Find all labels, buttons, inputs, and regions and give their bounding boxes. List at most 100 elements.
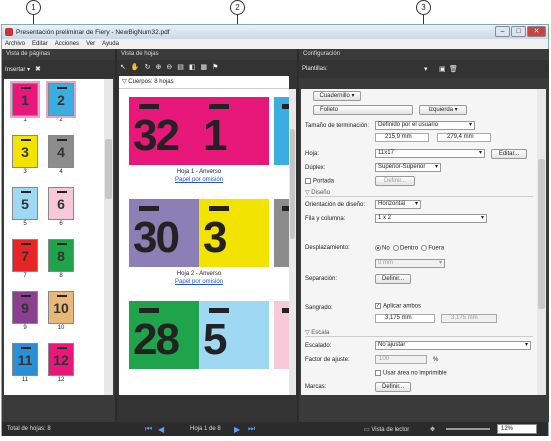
cover-define-button[interactable]: Definir... bbox=[375, 176, 415, 186]
presets-dropdown[interactable]: ▾ bbox=[424, 65, 428, 73]
page-icon[interactable]: ▤ bbox=[177, 63, 184, 71]
menu-editar[interactable]: Editar bbox=[32, 41, 48, 47]
sheet-page-number: 28 bbox=[133, 315, 180, 364]
page-thumbnail[interactable]: 44 bbox=[48, 135, 76, 179]
bleed-a-field[interactable]: 3,175 mm bbox=[375, 314, 435, 323]
page-thumbnail[interactable]: 99 bbox=[12, 291, 40, 335]
folleto-dropdown[interactable]: Folleto bbox=[313, 105, 413, 115]
width-field[interactable]: 215,9 mm bbox=[375, 133, 429, 142]
sheet-list-scrollbar[interactable] bbox=[289, 89, 296, 395]
cover-checkbox[interactable]: Portada bbox=[305, 178, 334, 185]
page-thumbnail[interactable]: 10 10 bbox=[48, 291, 76, 335]
maximize-button[interactable]: □ bbox=[511, 26, 526, 37]
sheet-page[interactable]: 28 bbox=[129, 301, 199, 369]
separation-define-button[interactable]: Definir... bbox=[375, 274, 411, 284]
tile-icon[interactable]: ▦ bbox=[200, 63, 207, 71]
presets-bar: Plantillas: ▾ ▣ 🗑 bbox=[299, 60, 549, 78]
page-thumbnail[interactable]: 33 bbox=[12, 135, 40, 179]
sheet-dropdown[interactable]: 11x17 bbox=[375, 149, 485, 158]
marks-define-button[interactable]: Definir... bbox=[375, 382, 411, 392]
zoom-slider[interactable] bbox=[446, 428, 490, 430]
page-label: 7 bbox=[23, 273, 27, 279]
scaling-dropdown[interactable]: No ajustar bbox=[375, 341, 531, 350]
page-thumbnail[interactable]: 22 bbox=[46, 81, 76, 127]
paper-link[interactable]: Papel por omisión bbox=[129, 279, 269, 285]
menu-archivo[interactable]: Archivo bbox=[5, 41, 25, 47]
menu-ver[interactable]: Ver bbox=[86, 41, 95, 47]
sheet-page[interactable] bbox=[274, 199, 289, 267]
sheet-page[interactable] bbox=[274, 301, 289, 369]
nonprintable-checkbox[interactable]: Usar área no imprimible bbox=[375, 370, 447, 377]
apply-both-checkbox[interactable]: ✓ Aplicar ambos bbox=[375, 303, 421, 310]
reader-view-button[interactable]: ▭ Vista de lector bbox=[364, 426, 409, 433]
shift-value-dropdown[interactable]: 0 mm bbox=[375, 259, 445, 268]
page-thumbnail[interactable]: 77 bbox=[12, 239, 40, 283]
settings-scrollbar[interactable] bbox=[537, 89, 546, 395]
sheet-page-number: 1 bbox=[203, 111, 228, 160]
last-page-icon[interactable]: ⏭ bbox=[248, 424, 255, 434]
cover-label: Portada bbox=[313, 178, 335, 185]
close-button[interactable]: ✕ bbox=[527, 26, 546, 37]
page-thumbnail[interactable]: 12 12 bbox=[48, 343, 76, 387]
sheet-page[interactable]: 3 bbox=[199, 199, 269, 267]
factor-field[interactable]: 100 bbox=[375, 355, 427, 364]
next-page-icon[interactable]: ▶ bbox=[234, 425, 240, 434]
sheet-page[interactable]: 1 bbox=[199, 97, 269, 165]
edit-button[interactable]: Editar... bbox=[491, 149, 527, 159]
cuadernillo-dropdown[interactable]: Cuadernillo ▾ bbox=[313, 91, 361, 101]
finish-size-dropdown[interactable]: Definido por el usuario bbox=[375, 121, 475, 130]
title-bar: Presentación preliminar de Fiery - NewBi… bbox=[2, 25, 548, 39]
zoom-out-icon[interactable]: ⊖ bbox=[166, 63, 172, 71]
minimize-button[interactable]: – bbox=[495, 26, 510, 37]
page-thumbnail-image: 11 bbox=[12, 343, 38, 376]
row-column-dropdown[interactable]: 1 x 2 bbox=[375, 214, 487, 223]
split-icon[interactable]: ◧ bbox=[189, 63, 196, 71]
prev-page-icon[interactable]: ◀ bbox=[158, 425, 164, 434]
page-thumbnail[interactable]: 66 bbox=[48, 187, 76, 231]
flag-icon[interactable]: ⚑ bbox=[212, 63, 218, 71]
sheet-page[interactable] bbox=[274, 97, 289, 165]
sheet-group-header[interactable]: ▽ Cuerpos: 8 hojas bbox=[119, 76, 289, 89]
page-number-big: 9 bbox=[21, 300, 29, 316]
sheet-page[interactable]: 30 bbox=[129, 199, 199, 267]
page-list-scrollbar[interactable] bbox=[104, 79, 113, 395]
zoom-in-icon[interactable]: ⊕ bbox=[155, 63, 161, 71]
bleed-b-field[interactable]: 3,175 mm bbox=[441, 314, 497, 323]
design-section[interactable]: ▽ Diseño bbox=[305, 189, 533, 197]
page-view-panel: Vista de páginas Insertar ▾ ✖ 1122334455… bbox=[2, 49, 115, 422]
page-number-big: 8 bbox=[57, 248, 65, 264]
height-field[interactable]: 279,4 mm bbox=[437, 133, 491, 142]
shift-options[interactable]: No Dentro Fuera bbox=[375, 245, 444, 252]
hand-tool-icon[interactable]: ✋ bbox=[131, 63, 140, 71]
marks-label: Marcas: bbox=[305, 384, 327, 390]
page-thumbnail[interactable]: 55 bbox=[12, 187, 40, 231]
save-icon[interactable]: ▣ bbox=[439, 65, 446, 73]
menu-ayuda[interactable]: Ayuda bbox=[102, 41, 119, 47]
page-thumbnail[interactable]: 11 bbox=[10, 81, 40, 127]
izquierda-dropdown[interactable]: Izquierda ▾ bbox=[419, 105, 467, 115]
move-icon[interactable]: ✥ bbox=[430, 426, 435, 433]
zoom-dropdown[interactable]: 12% bbox=[497, 424, 537, 434]
sheet-page-number: 3 bbox=[203, 213, 228, 262]
rotate-tool-icon[interactable]: ↻ bbox=[145, 63, 151, 71]
pointer-tool-icon[interactable]: ↖ bbox=[120, 63, 126, 71]
orientation-dropdown[interactable]: Horizontal bbox=[375, 200, 421, 209]
paper-link[interactable]: Papel por omisión bbox=[129, 177, 269, 183]
menu-acciones[interactable]: Acciones bbox=[55, 41, 79, 47]
settings-body: Cuadernillo ▾ Folleto Izquierda ▾ Tamaño… bbox=[301, 89, 537, 395]
callout-3: 3 bbox=[416, 0, 431, 15]
page-thumbnail[interactable]: 88 bbox=[48, 239, 76, 283]
page-label: 12 bbox=[57, 377, 65, 383]
page-label: 1 bbox=[23, 117, 27, 123]
sheet-page[interactable]: 5 bbox=[199, 301, 269, 369]
insert-dropdown[interactable]: Insertar ▾ bbox=[5, 66, 30, 73]
first-page-icon[interactable]: ⏮ bbox=[145, 424, 152, 434]
page-number-big: 6 bbox=[57, 196, 65, 212]
sheet-page[interactable]: 32 bbox=[129, 97, 199, 165]
sheet-page-number: 32 bbox=[133, 111, 180, 160]
trash-icon[interactable]: 🗑 bbox=[449, 65, 458, 73]
scale-section[interactable]: ▽ Escala bbox=[305, 329, 533, 337]
duplex-dropdown[interactable]: Superior-Superior bbox=[375, 163, 441, 172]
page-thumbnail[interactable]: 11 11 bbox=[12, 343, 40, 387]
delete-icon[interactable]: ✖ bbox=[35, 65, 41, 73]
